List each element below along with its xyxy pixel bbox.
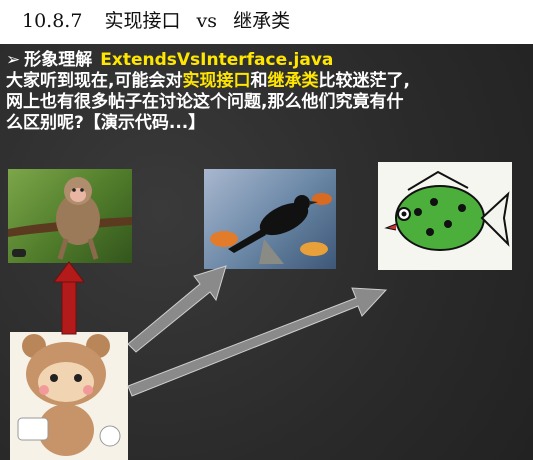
slide-area: ➢ 形象理解 ExtendsVsInterface.java 大家听到现在,可能会对…	[0, 44, 533, 460]
inherit-arrow	[53, 261, 85, 335]
relationship-arrows	[53, 261, 388, 397]
implement-arrow-bird	[127, 265, 227, 353]
section-number: 10.8.7	[22, 10, 83, 32]
heading-vs: vs	[196, 10, 218, 32]
implement-arrow-fish	[127, 287, 388, 397]
heading-right: 继承类	[233, 10, 291, 32]
section-heading: 10.8.7 实现接口 vs 继承类	[22, 6, 290, 33]
heading-left: 实现接口	[104, 10, 181, 32]
